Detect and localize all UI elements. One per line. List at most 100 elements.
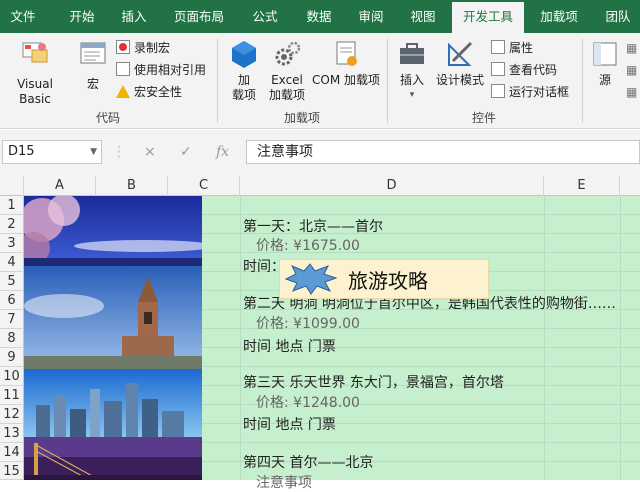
gridline bbox=[620, 196, 621, 480]
title-text: 旅游攻略 bbox=[348, 269, 428, 293]
name-box-value: D15 bbox=[8, 144, 35, 159]
xml-small-icon[interactable]: ▦ bbox=[626, 38, 637, 58]
starburst-icon bbox=[284, 263, 338, 295]
row-header[interactable]: 6 bbox=[0, 291, 24, 310]
design-mode-button[interactable]: 设计模式 bbox=[434, 39, 486, 88]
tab-insert[interactable]: 插入 bbox=[110, 0, 158, 33]
visual-basic-icon bbox=[22, 42, 48, 63]
tab-file[interactable]: 文件 bbox=[0, 0, 46, 33]
visual-basic-button[interactable]: Visual Basic bbox=[0, 39, 70, 107]
excel-addins-label-1: Excel bbox=[271, 73, 303, 87]
relative-references-icon bbox=[116, 62, 130, 76]
gridline bbox=[544, 196, 545, 480]
row-header[interactable]: 7 bbox=[0, 310, 24, 329]
cell-d3: 价格: ¥1675.00 bbox=[256, 238, 360, 254]
insert-function-icon[interactable]: fx bbox=[216, 140, 229, 164]
row-header[interactable]: 11 bbox=[0, 386, 24, 405]
use-relative-references-button[interactable]: 使用相对引用 bbox=[116, 60, 206, 80]
record-macro-icon bbox=[116, 40, 130, 54]
xml-source-label: 源 bbox=[598, 73, 611, 87]
cell-d12: 时间 地点 门票 bbox=[243, 417, 336, 433]
tab-addins[interactable]: 加载项 bbox=[530, 0, 588, 33]
row-header[interactable]: 12 bbox=[0, 405, 24, 424]
name-box[interactable]: D15 ▼ bbox=[2, 140, 102, 164]
tab-page-layout[interactable]: 页面布局 bbox=[166, 0, 232, 33]
tab-home[interactable]: 开始 bbox=[56, 0, 108, 33]
use-relative-label: 使用相对引用 bbox=[134, 63, 207, 77]
view-code-button[interactable]: 查看代码 bbox=[491, 60, 557, 80]
tab-team[interactable]: 团队 bbox=[596, 0, 640, 33]
xml-small-icon[interactable]: ▦ bbox=[626, 60, 637, 80]
com-addins-icon bbox=[336, 41, 357, 66]
tab-view[interactable]: 视图 bbox=[400, 0, 446, 33]
addins-button[interactable]: 加 载项 bbox=[226, 39, 262, 103]
column-header-c[interactable]: C bbox=[168, 176, 240, 196]
macro-security-button[interactable]: 宏安全性 bbox=[116, 82, 182, 102]
code-group-label: 代码 bbox=[95, 111, 120, 125]
column-header-f[interactable] bbox=[620, 176, 640, 196]
row-header[interactable]: 9 bbox=[0, 348, 24, 367]
insert-controls-button[interactable]: 插入 ▾ bbox=[394, 39, 430, 103]
chevron-down-icon[interactable]: ▼ bbox=[90, 141, 97, 163]
properties-label: 属性 bbox=[509, 41, 534, 55]
record-macro-label: 录制宏 bbox=[134, 41, 171, 55]
column-header-e[interactable]: E bbox=[544, 176, 620, 196]
tab-review[interactable]: 审阅 bbox=[348, 0, 394, 33]
cherry-blossom-image[interactable] bbox=[24, 196, 202, 266]
worksheet-grid: A B C D E 1 2 3 4 5 6 7 8 9 10 11 12 13 … bbox=[0, 176, 640, 491]
row-header[interactable]: 2 bbox=[0, 215, 24, 234]
addins-label-1: 加 bbox=[237, 73, 250, 87]
gear-icon bbox=[275, 41, 301, 66]
row-header[interactable]: 3 bbox=[0, 234, 24, 253]
tab-developer[interactable]: 开发工具 bbox=[452, 2, 524, 33]
select-all-corner[interactable] bbox=[0, 176, 24, 196]
cell-d2: 第一天：北京——首尔 bbox=[243, 219, 383, 235]
xml-source-icon bbox=[593, 42, 617, 66]
row-header[interactable]: 15 bbox=[0, 462, 24, 480]
xml-source-button[interactable]: 源 bbox=[588, 39, 622, 88]
column-header-d[interactable]: D bbox=[240, 176, 544, 196]
row-header[interactable]: 5 bbox=[0, 272, 24, 291]
run-dialog-button[interactable]: 运行对话框 bbox=[491, 82, 569, 102]
tab-formulas[interactable]: 公式 bbox=[242, 0, 288, 33]
row-header[interactable]: 13 bbox=[0, 424, 24, 443]
addins-label-2: 载项 bbox=[231, 88, 256, 102]
column-header-a[interactable]: A bbox=[24, 176, 96, 196]
ribbon-tab-bar: 文件 开始 插入 页面布局 公式 数据 审阅 视图 开发工具 加载项 团队 bbox=[0, 0, 640, 33]
addins-icon bbox=[232, 41, 256, 68]
ribbon-separator bbox=[582, 39, 583, 123]
macros-button[interactable]: 宏 bbox=[76, 39, 110, 92]
macros-label: 宏 bbox=[86, 77, 99, 91]
tab-data[interactable]: 数据 bbox=[296, 0, 342, 33]
chevron-down-icon: ▾ bbox=[409, 90, 415, 100]
row-header[interactable]: 10 bbox=[0, 367, 24, 386]
cancel-icon[interactable]: × bbox=[144, 140, 156, 164]
xml-small-icon[interactable]: ▦ bbox=[626, 82, 637, 102]
visual-basic-label: Visual Basic bbox=[17, 77, 53, 106]
properties-button[interactable]: 属性 bbox=[491, 38, 533, 58]
row-header[interactable]: 14 bbox=[0, 443, 24, 462]
warning-icon bbox=[116, 85, 130, 98]
formula-buttons: ⋮ × ✓ fx bbox=[108, 140, 244, 164]
formula-input[interactable]: 注意事项 bbox=[246, 140, 640, 164]
cell-d14: 第四天 首尔——北京 bbox=[243, 455, 374, 471]
column-header-b[interactable]: B bbox=[96, 176, 168, 196]
excel-addins-button[interactable]: Excel 加载项 bbox=[266, 39, 308, 103]
com-addins-button[interactable]: COM 加载项 bbox=[308, 39, 384, 88]
church-tower-image[interactable] bbox=[24, 266, 202, 369]
controls-group-label: 控件 bbox=[471, 111, 496, 125]
record-macro-button[interactable]: 录制宏 bbox=[116, 38, 170, 58]
row-header[interactable]: 1 bbox=[0, 196, 24, 215]
cell-d11: 价格: ¥1248.00 bbox=[256, 395, 360, 411]
more-icon[interactable]: ⋮ bbox=[112, 140, 126, 164]
view-code-label: 查看代码 bbox=[509, 63, 558, 77]
bridge-image[interactable] bbox=[24, 437, 202, 480]
design-mode-label: 设计模式 bbox=[435, 73, 484, 87]
enter-icon[interactable]: ✓ bbox=[180, 140, 192, 164]
gridline bbox=[240, 196, 241, 480]
city-skyline-image[interactable] bbox=[24, 369, 202, 437]
row-header[interactable]: 4 bbox=[0, 253, 24, 272]
title-shape[interactable]: 旅游攻略 bbox=[279, 259, 489, 299]
macro-security-label: 宏安全性 bbox=[134, 85, 183, 99]
row-header[interactable]: 8 bbox=[0, 329, 24, 348]
